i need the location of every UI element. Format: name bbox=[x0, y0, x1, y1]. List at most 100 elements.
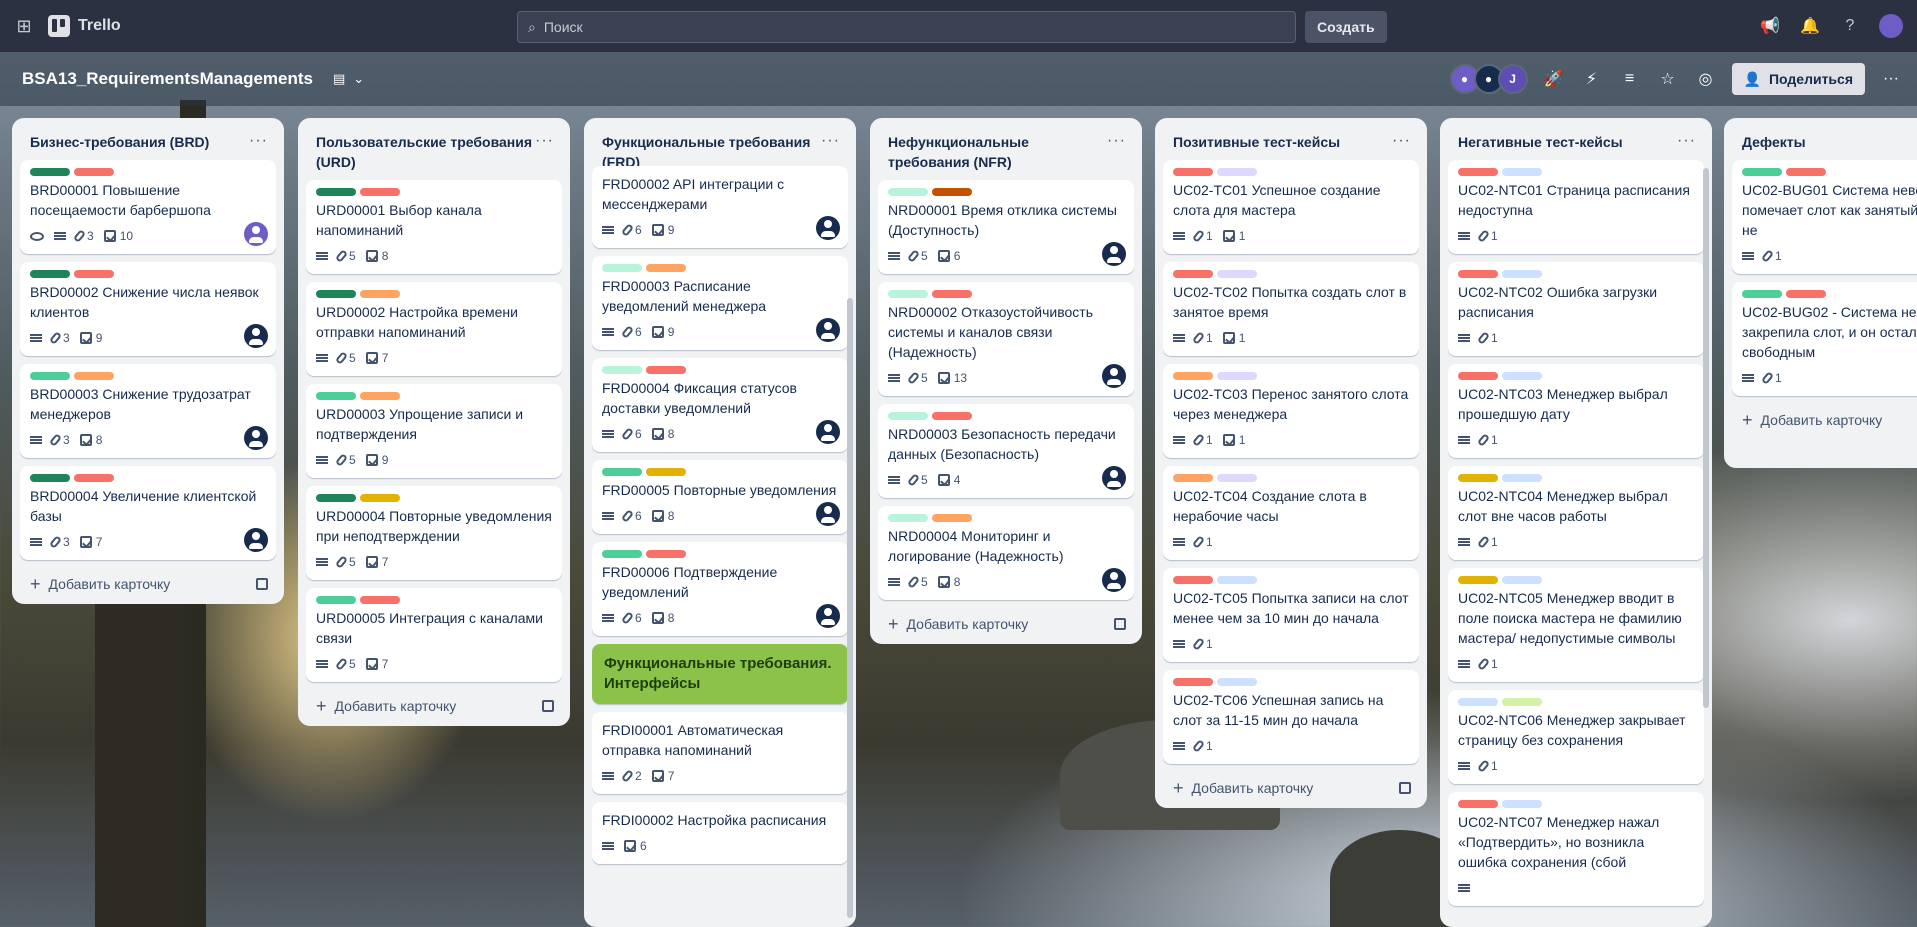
card[interactable]: NRD00001 Время отклика системы (Доступно… bbox=[878, 180, 1134, 274]
label-lavender[interactable] bbox=[1217, 474, 1257, 482]
label-yellow[interactable] bbox=[646, 468, 686, 476]
label-orange[interactable] bbox=[932, 514, 972, 522]
label-lavender[interactable] bbox=[1217, 168, 1257, 176]
share-button[interactable]: 👤 Поделиться bbox=[1731, 63, 1865, 95]
card[interactable]: URD00004 Повторные уведомления при непод… bbox=[306, 486, 562, 580]
member-avatar-icon[interactable] bbox=[1102, 364, 1126, 388]
card[interactable]: UC02-NTC07 Менеджер нажал «Подтвердить»,… bbox=[1448, 792, 1704, 906]
card[interactable]: FRD00006 Подтверждение уведомлений 6 8 bbox=[592, 542, 848, 636]
add-card-button[interactable]: + Добавить карточку bbox=[20, 568, 276, 598]
create-from-template-icon[interactable] bbox=[542, 700, 554, 712]
star-icon[interactable]: ☆ bbox=[1656, 67, 1680, 91]
label-lavender[interactable] bbox=[1217, 372, 1257, 380]
label-brown[interactable] bbox=[932, 188, 972, 196]
label-blue[interactable] bbox=[1502, 372, 1542, 380]
card[interactable]: FRDI00002 Настройка расписания 6 bbox=[592, 802, 848, 864]
card[interactable]: UC02-NTC05 Менеджер вводит в поле поиска… bbox=[1448, 568, 1704, 682]
member-avatar-icon[interactable] bbox=[244, 222, 268, 246]
label-red[interactable] bbox=[1173, 678, 1213, 686]
label-green[interactable] bbox=[30, 168, 70, 176]
label-yellow[interactable] bbox=[1458, 576, 1498, 584]
board-members[interactable]: ● ● J bbox=[1449, 64, 1528, 94]
create-from-template-icon[interactable] bbox=[1114, 618, 1126, 630]
label-red[interactable] bbox=[74, 474, 114, 482]
label-orange[interactable] bbox=[1173, 474, 1213, 482]
search-input[interactable]: ⌕ Поиск bbox=[517, 11, 1296, 43]
label-lightgreen[interactable] bbox=[1742, 290, 1782, 298]
card[interactable]: URD00005 Интеграция с каналами связи 5 7 bbox=[306, 588, 562, 682]
label-green[interactable] bbox=[30, 270, 70, 278]
list-menu-icon[interactable]: ··· bbox=[1392, 132, 1411, 150]
list-menu-icon[interactable]: ··· bbox=[821, 132, 840, 150]
member-avatar-icon[interactable] bbox=[1102, 568, 1126, 592]
card[interactable]: URD00003 Упрощение записи и подтверждени… bbox=[306, 384, 562, 478]
card[interactable]: FRD00004 Фиксация статусов доставки увед… bbox=[592, 358, 848, 452]
label-orange[interactable] bbox=[646, 264, 686, 272]
card[interactable]: FRD00005 Повторные уведомления 6 8 bbox=[592, 460, 848, 534]
label-mint[interactable] bbox=[888, 514, 928, 522]
label-red[interactable] bbox=[1786, 290, 1826, 298]
card[interactable]: BRD00004 Увеличение клиентской базы 3 7 bbox=[20, 466, 276, 560]
card[interactable]: UC02-NTC06 Менеджер закрывает страницу б… bbox=[1448, 690, 1704, 784]
card[interactable]: UC02-NTC01 Страница расписания недоступн… bbox=[1448, 160, 1704, 254]
label-red[interactable] bbox=[932, 290, 972, 298]
card[interactable]: UC02-NTC04 Менеджер выбрал слот вне часо… bbox=[1448, 466, 1704, 560]
apps-grid-icon[interactable]: ⊞ bbox=[12, 14, 36, 38]
automation-icon[interactable]: ⚡ bbox=[1580, 67, 1604, 91]
label-orange[interactable] bbox=[1173, 372, 1213, 380]
label-blue[interactable] bbox=[1502, 270, 1542, 278]
label-red[interactable] bbox=[1458, 270, 1498, 278]
label-blue[interactable] bbox=[1502, 800, 1542, 808]
megaphone-icon[interactable]: 📢 bbox=[1759, 15, 1781, 37]
label-blue[interactable] bbox=[1458, 698, 1498, 706]
list-title[interactable]: Бизнес-требования (BRD) bbox=[30, 132, 209, 152]
label-lightgreen[interactable] bbox=[602, 468, 642, 476]
label-red[interactable] bbox=[1173, 168, 1213, 176]
notifications-icon[interactable]: 🔔 bbox=[1799, 15, 1821, 37]
card[interactable]: FRD00003 Расписание уведомлений менеджер… bbox=[592, 256, 848, 350]
member-avatar-icon[interactable] bbox=[244, 324, 268, 348]
member-avatar-icon[interactable] bbox=[816, 502, 840, 526]
label-blue[interactable] bbox=[1217, 678, 1257, 686]
label-red[interactable] bbox=[74, 168, 114, 176]
card[interactable]: URD00002 Настройка времени отправки напо… bbox=[306, 282, 562, 376]
card[interactable]: UC02-TC02 Попытка создать слот в занятое… bbox=[1163, 262, 1419, 356]
board-view-switcher[interactable]: ▤ ⌄ bbox=[333, 71, 364, 87]
label-lightgreen[interactable] bbox=[316, 596, 356, 604]
card[interactable]: FRDI00001 Автоматическая отправка напоми… bbox=[592, 712, 848, 794]
label-yellow[interactable] bbox=[360, 494, 400, 502]
create-from-template-icon[interactable] bbox=[1399, 782, 1411, 794]
label-red[interactable] bbox=[360, 596, 400, 604]
list-title[interactable]: Дефекты bbox=[1742, 132, 1806, 152]
member-avatar-icon[interactable] bbox=[816, 216, 840, 240]
label-red[interactable] bbox=[1458, 800, 1498, 808]
add-card-button[interactable]: + Добавить карточку bbox=[878, 608, 1134, 638]
label-blue[interactable] bbox=[1502, 168, 1542, 176]
label-green[interactable] bbox=[316, 290, 356, 298]
list-scrollbar[interactable] bbox=[1703, 168, 1709, 708]
add-card-button[interactable]: + Добавить карточку bbox=[1732, 404, 1917, 434]
label-green[interactable] bbox=[316, 494, 356, 502]
create-button[interactable]: Создать bbox=[1305, 11, 1387, 43]
label-red[interactable] bbox=[1173, 576, 1213, 584]
card[interactable]: UC02-TC01 Успешное создание слота для ма… bbox=[1163, 160, 1419, 254]
member-avatar-icon[interactable] bbox=[244, 426, 268, 450]
card[interactable]: NRD00004 Мониторинг и логирование (Надеж… bbox=[878, 506, 1134, 600]
board-title[interactable]: BSA13_RequirementsManagements bbox=[22, 69, 313, 89]
member-avatar-icon[interactable] bbox=[1102, 466, 1126, 490]
label-lightgreen[interactable] bbox=[602, 550, 642, 558]
list-title[interactable]: Нефункциональные требования (NFR) bbox=[888, 132, 1107, 172]
label-green[interactable] bbox=[316, 188, 356, 196]
card[interactable]: BRD00001 Повышение посещаемости барбершо… bbox=[20, 160, 276, 254]
card[interactable]: UC02-BUG02 - Система не закрепила слот, … bbox=[1732, 282, 1917, 396]
list-menu-icon[interactable]: ··· bbox=[249, 132, 268, 150]
add-card-button[interactable]: + Добавить карточку bbox=[1163, 772, 1419, 802]
card[interactable]: UC02-BUG01 Система неверно помечает слот… bbox=[1732, 160, 1917, 274]
card[interactable]: URD00001 Выбор канала напоминаний 5 8 bbox=[306, 180, 562, 274]
list-title[interactable]: Позитивные тест-кейсы bbox=[1173, 132, 1340, 152]
label-yellow[interactable] bbox=[1458, 474, 1498, 482]
list-scrollbar[interactable] bbox=[847, 298, 853, 918]
member-avatar-icon[interactable] bbox=[816, 604, 840, 628]
label-red[interactable] bbox=[360, 188, 400, 196]
more-menu-icon[interactable]: ··· bbox=[1879, 67, 1903, 91]
